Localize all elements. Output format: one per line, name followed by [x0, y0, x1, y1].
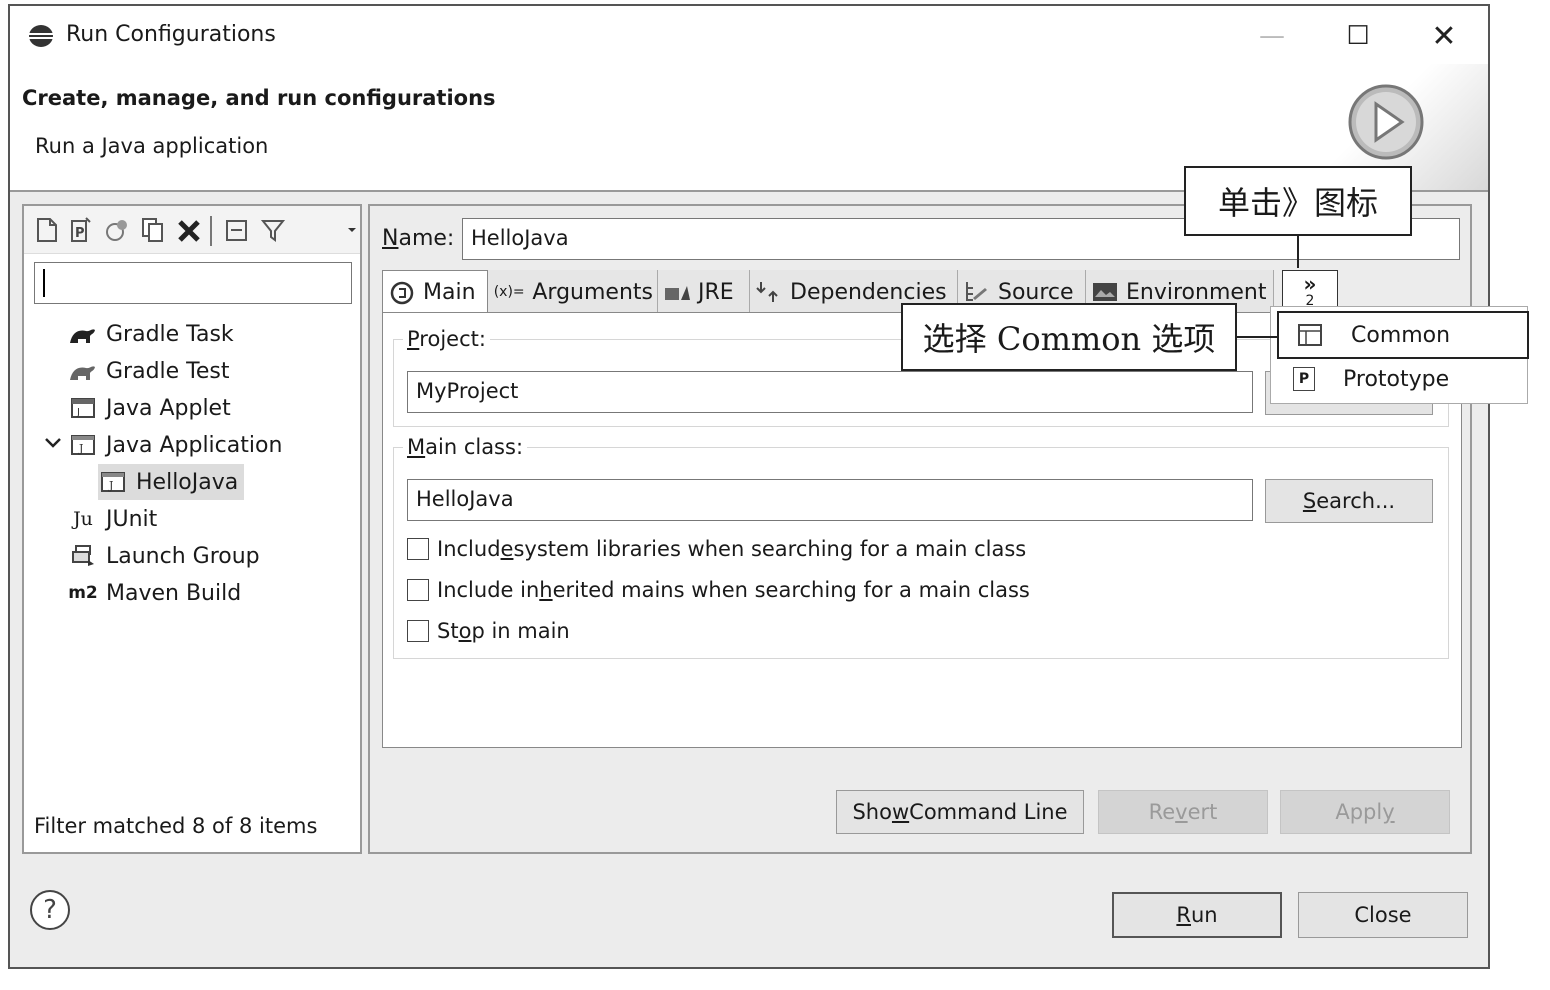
- tree-item-label: Gradle Test: [106, 358, 230, 384]
- prototype-icon: P: [1293, 367, 1315, 391]
- filter-status: Filter matched 8 of 8 items: [34, 814, 318, 838]
- apply-button[interactable]: Appl y: [1280, 790, 1450, 834]
- export-configuration-icon[interactable]: [104, 216, 130, 244]
- minimize-button[interactable]: —: [1242, 14, 1302, 58]
- configuration-list-panel: P Gradle Task Gradle Test J Java Applet …: [22, 204, 362, 854]
- svg-text:P: P: [75, 226, 85, 241]
- tree-item-maven-build[interactable]: m2 Maven Build: [68, 575, 241, 611]
- run-button[interactable]: Run: [1112, 892, 1282, 938]
- svg-text:J: J: [76, 407, 80, 418]
- tab-label: Dependencies: [790, 279, 947, 305]
- tab-label: JRE: [698, 279, 734, 305]
- menu-item-label: Common: [1351, 322, 1451, 348]
- tree-item-label: Java Applet: [106, 395, 231, 421]
- new-prototype-icon[interactable]: P: [68, 216, 94, 244]
- callout-click-overflow: 单击》图标: [1184, 166, 1412, 236]
- maven-icon: m2: [68, 583, 98, 603]
- tree-item-java-applet[interactable]: J Java Applet: [68, 390, 231, 426]
- tree-item-hellojava[interactable]: J HelloJava: [98, 464, 245, 500]
- java-application-icon: J: [98, 469, 128, 495]
- checkbox-box[interactable]: [407, 620, 429, 642]
- launch-group-icon: [68, 543, 98, 569]
- junit-icon: Ju: [73, 508, 93, 530]
- tree-item-label: JUnit: [106, 506, 158, 532]
- configuration-editor-panel: Name: HelloJava Main (x)= Arguments JRE …: [368, 204, 1472, 854]
- menu-item-label: Prototype: [1343, 366, 1450, 392]
- callout-connector: [1297, 234, 1299, 268]
- tree-item-label: Maven Build: [106, 580, 242, 606]
- menu-item-common[interactable]: Common: [1277, 311, 1529, 359]
- tree-item-label: Launch Group: [106, 543, 260, 569]
- toolbar-separator: [210, 216, 212, 246]
- tree-item-label: HelloJava: [136, 469, 239, 495]
- duplicate-icon[interactable]: [140, 216, 166, 244]
- checkbox-box[interactable]: [407, 538, 429, 560]
- tab-main[interactable]: Main: [382, 270, 488, 314]
- window-title: Run Configurations: [66, 22, 276, 47]
- tree-item-label: Gradle Task: [106, 321, 234, 347]
- left-toolbar: P: [24, 206, 360, 254]
- collapse-all-icon[interactable]: [224, 216, 250, 244]
- java-application-icon: J: [68, 432, 98, 458]
- title-bar: Run Configurations — ☐ ✕: [10, 6, 1488, 64]
- main-class-input[interactable]: HelloJava: [407, 479, 1253, 521]
- menu-item-prototype[interactable]: P Prototype: [1271, 355, 1527, 403]
- jre-icon: [662, 280, 692, 304]
- tree-item-junit[interactable]: Ju JUnit: [68, 501, 157, 537]
- environment-icon: [1090, 280, 1120, 304]
- callout-connector: [1236, 336, 1278, 338]
- svg-text:J: J: [78, 442, 83, 455]
- close-window-button[interactable]: ✕: [1414, 14, 1474, 58]
- run-configurations-dialog: Run Configurations — ☐ ✕ Create, manage,…: [8, 4, 1490, 969]
- include-inherited-mains-checkbox[interactable]: Include in h erited mains when searching f…: [407, 578, 1030, 602]
- dependencies-icon: [754, 280, 784, 304]
- maximize-button[interactable]: ☐: [1328, 14, 1388, 58]
- tab-label: Main: [423, 280, 476, 305]
- tab-arguments[interactable]: (x)= Arguments: [488, 270, 658, 314]
- arguments-icon: (x)=: [493, 284, 525, 300]
- project-input[interactable]: MyProject: [407, 371, 1253, 413]
- run-play-icon: [1348, 84, 1424, 160]
- close-button[interactable]: Close: [1298, 892, 1468, 938]
- callout-select-common: 选择 Common 选项: [901, 303, 1237, 371]
- tree-item-gradle-test[interactable]: Gradle Test: [68, 353, 230, 389]
- revert-button[interactable]: Re v ert: [1098, 790, 1268, 834]
- tree-item-launch-group[interactable]: Launch Group: [68, 538, 260, 574]
- text-caret: [43, 269, 45, 297]
- java-applet-icon: J: [68, 395, 98, 421]
- tree-item-java-application[interactable]: J Java Application: [68, 427, 282, 463]
- tab-label: Arguments: [532, 279, 653, 305]
- tree-item-label: Java Application: [106, 432, 283, 458]
- main-icon: [387, 281, 417, 305]
- eclipse-icon: [29, 25, 53, 47]
- delete-icon[interactable]: [176, 216, 202, 244]
- chevron-down-icon[interactable]: [44, 434, 62, 455]
- include-system-libraries-checkbox[interactable]: Includ e system libraries when searching …: [407, 537, 1026, 561]
- show-command-line-button[interactable]: Sho w Command Line: [836, 790, 1084, 834]
- tab-label: Environment: [1126, 279, 1267, 305]
- gradle-elephant-icon: [68, 358, 98, 384]
- stop-in-main-checkbox[interactable]: St o p in main: [407, 619, 570, 643]
- tab-label: Source: [998, 279, 1074, 305]
- common-tab-icon: [1297, 322, 1323, 348]
- tab-jre[interactable]: JRE: [658, 270, 750, 314]
- search-button[interactable]: Search...: [1265, 479, 1433, 523]
- header-title: Create, manage, and run configurations: [22, 86, 496, 110]
- name-label: Name:: [382, 226, 455, 251]
- svg-text:J: J: [108, 479, 113, 492]
- gradle-elephant-icon: [68, 321, 98, 347]
- project-label: Project:: [403, 327, 490, 351]
- main-class-label: Main class:: [403, 435, 528, 459]
- new-configuration-icon[interactable]: [34, 216, 60, 244]
- filter-icon[interactable]: [260, 216, 286, 244]
- header-subtitle: Run a Java application: [35, 134, 269, 158]
- help-icon[interactable]: ?: [30, 890, 70, 930]
- toolbar-menu-chevron-icon[interactable]: [346, 216, 358, 244]
- source-icon: [962, 280, 992, 304]
- checkbox-box[interactable]: [407, 579, 429, 601]
- tree-item-gradle-task[interactable]: Gradle Task: [68, 316, 234, 352]
- tab-overflow-menu: Common P Prototype: [1270, 306, 1529, 404]
- filter-input[interactable]: [34, 262, 352, 304]
